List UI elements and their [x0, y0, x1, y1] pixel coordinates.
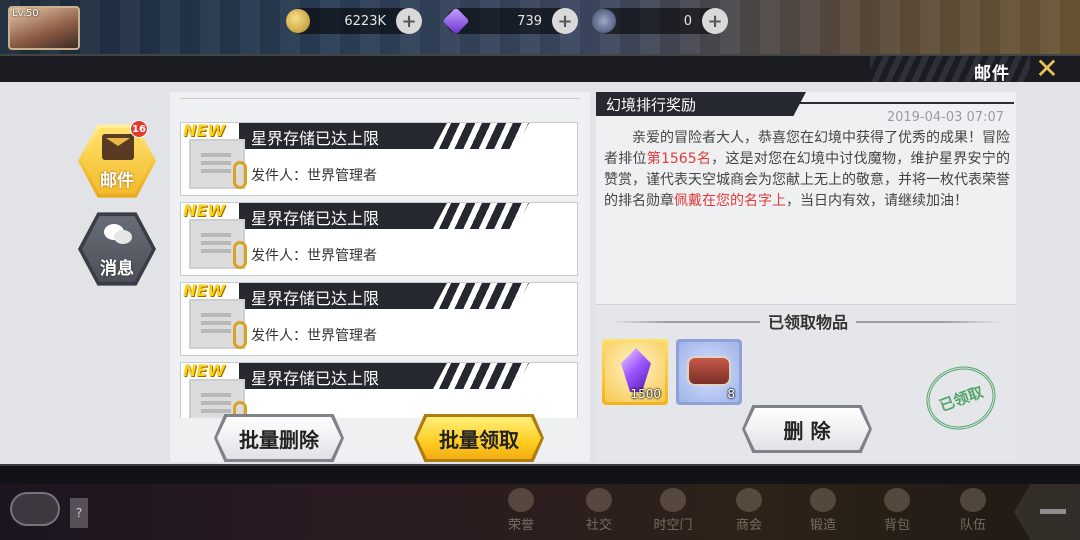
mail-title: 星界存储已达上限	[251, 289, 380, 308]
add-gold-button[interactable]: +	[396, 8, 422, 34]
add-token-button[interactable]: +	[702, 8, 728, 34]
nav-label: 商会	[735, 518, 762, 533]
mail-header: 邮件 ✕	[0, 54, 1080, 84]
honor-icon	[508, 488, 534, 512]
nav-portal[interactable]: 时空门	[646, 488, 700, 536]
nav-forge[interactable]: 锻造	[796, 488, 850, 536]
nav-social[interactable]: 社交	[572, 488, 626, 536]
team-icon	[960, 488, 986, 512]
paperclip-icon	[233, 161, 247, 189]
nav-label: 队伍	[959, 518, 986, 533]
player-level: Lv.50	[12, 8, 39, 19]
mail-sender: 发件人：世界管理者	[251, 168, 377, 184]
gem-value: 739	[517, 13, 542, 29]
add-gem-button[interactable]: +	[552, 8, 578, 34]
gem-resource: 739 +	[442, 7, 578, 35]
tab-messages[interactable]: 消息	[78, 210, 156, 288]
mail-sender: 发件人：世界管理者	[251, 328, 377, 344]
new-tag: NEW	[183, 201, 225, 220]
item-slot-belt[interactable]: 8	[676, 339, 742, 405]
detail-body: 亲爱的冒险者大人，恭喜您在幻境中获得了优秀的成果！冒险者排位第1565名，这是对…	[604, 128, 1010, 212]
detail-rank: 第1565名	[646, 151, 712, 167]
item-slot-crystal[interactable]: 1500	[602, 339, 668, 405]
claimed-items-label: 已领取物品	[760, 309, 857, 333]
tab-mail-label: 邮件	[100, 171, 134, 191]
paperclip-icon	[233, 241, 247, 269]
list-divider	[180, 98, 580, 108]
mail-list-item[interactable]: 星界存储已达上限 NEW 发件人：世界管理者	[180, 281, 578, 356]
detail-title: 幻境排行奖励	[606, 96, 697, 114]
gold-resource: 6223K +	[286, 8, 422, 34]
detail-highlight: 佩戴在您的名字上	[674, 193, 786, 209]
batch-claim-label: 批量领取	[417, 417, 541, 459]
mail-title: 星界存储已达上限	[251, 209, 380, 228]
batch-claim-button[interactable]: 批量领取	[414, 414, 544, 462]
item-slot-belt-bg: 8	[679, 342, 739, 402]
menu-toggle-button[interactable]	[1014, 484, 1080, 540]
tab-messages-label: 消息	[100, 259, 134, 279]
bag-icon	[884, 488, 910, 512]
gold-value: 6223K	[344, 13, 386, 29]
detail-body-part-3: ，当日内有效，请继续加油！	[786, 193, 968, 209]
mail-list-item[interactable]: 星界存储已达上限 NEW 发件人：世界管理者	[180, 122, 578, 196]
bottom-divider	[0, 464, 1080, 484]
nav-team[interactable]: 队伍	[946, 488, 1000, 536]
delete-label: 删 除	[745, 408, 869, 450]
gold-coin-icon	[286, 9, 310, 33]
chat-icon	[102, 222, 134, 248]
item-count: 8	[727, 387, 735, 401]
other-value: 0	[683, 13, 692, 29]
anvil-icon	[810, 488, 836, 512]
nav-label: 时空门	[653, 518, 693, 533]
nav-guild[interactable]: 商会	[722, 488, 776, 536]
portal-icon	[660, 488, 686, 512]
batch-delete-label: 批量删除	[217, 417, 341, 459]
bottom-nav: ? 荣誉 社交 时空门 商会 锻造 背包 队伍	[0, 484, 1080, 540]
nav-label: 荣誉	[507, 518, 534, 533]
mail-detail: 幻境排行奖励 2019-04-03 07:07 亲爱的冒险者大人，恭喜您在幻境中…	[596, 92, 1016, 462]
mail-sender: 发件人：世界管理者	[251, 248, 377, 264]
claimed-items-box: 已领取物品 1500 8 已领取 删 除	[596, 304, 1016, 462]
batch-delete-button[interactable]: 批量删除	[214, 414, 344, 462]
gem-icon	[442, 7, 470, 35]
nav-bag[interactable]: 背包	[870, 488, 924, 536]
close-x-icon[interactable]: ✕	[1032, 55, 1062, 83]
nav-honor[interactable]: 荣誉	[494, 488, 548, 536]
claimed-stamp: 已领取	[917, 356, 1005, 440]
mail-list-item[interactable]: 星界存储已达上限 NEW 发件人：世界管理者	[180, 201, 578, 276]
belt-icon	[687, 356, 731, 386]
top-scene: Lv.50 6223K + 739 + 0 +	[0, 0, 1080, 56]
guild-icon	[736, 488, 762, 512]
detail-title-line	[796, 102, 1014, 104]
item-count: 1500	[630, 387, 661, 401]
mail-panel: 邮件 16 消息 星界存储已达上限 NEW 发件人：世界管理者 星界存储已达上限	[0, 82, 1080, 464]
mail-list-item[interactable]: 星界存储已达上限 NEW	[180, 361, 578, 418]
page-title: 邮件	[974, 64, 1010, 84]
other-resource: 0 +	[592, 8, 728, 34]
token-icon	[592, 9, 616, 33]
chat-bubble-icon[interactable]	[10, 492, 60, 526]
delete-button[interactable]: 删 除	[742, 405, 872, 453]
new-tag: NEW	[183, 281, 225, 300]
tab-mail[interactable]: 邮件 16	[78, 120, 156, 200]
paperclip-icon	[233, 321, 247, 349]
claimed-items-header: 已领取物品	[610, 309, 1002, 333]
item-slot-crystal-bg: 1500	[605, 342, 665, 402]
new-tag: NEW	[183, 122, 225, 140]
mail-title: 星界存储已达上限	[251, 129, 380, 148]
mail-title: 星界存储已达上限	[251, 369, 380, 388]
help-button[interactable]: ?	[70, 498, 88, 528]
new-tag: NEW	[183, 361, 225, 380]
mail-list-area: 星界存储已达上限 NEW 发件人：世界管理者 星界存储已达上限 NEW 发件人：…	[170, 92, 590, 462]
nav-label: 背包	[883, 518, 910, 533]
nav-label: 社交	[585, 518, 612, 533]
nav-label: 锻造	[809, 518, 836, 533]
unread-count-badge: 16	[130, 120, 148, 138]
detail-date: 2019-04-03 07:07	[886, 110, 1004, 125]
crystal-icon	[621, 348, 651, 392]
mail-list[interactable]: 星界存储已达上限 NEW 发件人：世界管理者 星界存储已达上限 NEW 发件人：…	[180, 122, 580, 418]
social-icon	[586, 488, 612, 512]
envelope-icon	[102, 134, 134, 160]
